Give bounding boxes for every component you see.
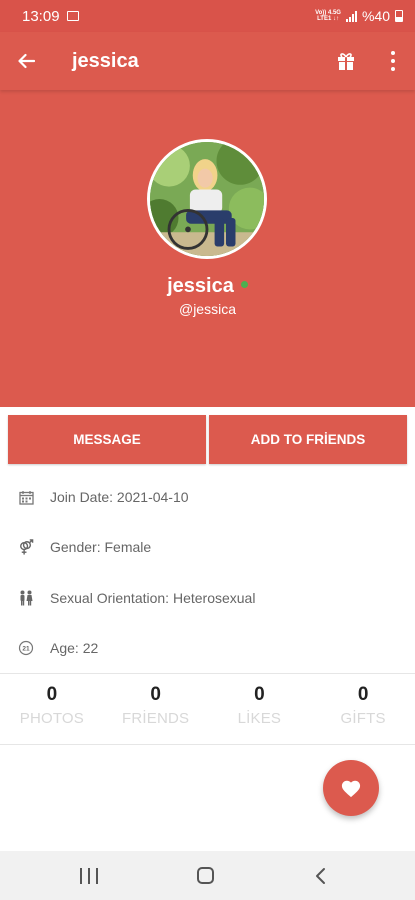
back-arrow-icon[interactable] <box>0 32 56 90</box>
profile-header: jessica @jessica <box>0 90 415 407</box>
home-icon[interactable] <box>197 867 214 884</box>
status-right: Vo)) 4.5G LTE1 ↓↑ %40 <box>315 8 403 24</box>
nav-back-icon[interactable] <box>313 867 329 885</box>
app-bar: jessica <box>0 32 415 90</box>
network-bottom-text: LTE1 ↓↑ <box>317 16 339 22</box>
people-icon <box>18 590 34 606</box>
battery-icon <box>395 10 403 22</box>
stat-value: 0 <box>254 684 265 705</box>
stat-value: 0 <box>357 684 369 705</box>
signal-icon <box>345 10 357 22</box>
username: @jessica <box>178 301 236 317</box>
more-vert-icon[interactable] <box>384 50 402 72</box>
system-nav-bar <box>0 851 415 900</box>
stat-photos[interactable]: 0 PHOTOS <box>0 684 104 727</box>
app-bar-title: jessica <box>72 49 139 72</box>
battery-percent: %40 <box>361 8 390 24</box>
stat-gifts[interactable]: 0 GİFTS <box>311 684 415 727</box>
info-row-gender: Gender: Female <box>0 522 415 572</box>
avatar[interactable] <box>147 139 267 259</box>
info-row-age: 21 Age: 22 <box>0 623 415 673</box>
status-bar: 13:09 Vo)) 4.5G LTE1 ↓↑ %40 <box>0 0 415 32</box>
orientation-text: Sexual Orientation: Heterosexual <box>50 590 256 606</box>
network-indicator: Vo)) 4.5G LTE1 ↓↑ <box>315 10 341 22</box>
image-icon <box>66 11 79 21</box>
join-date-text: Join Date: 2021-04-10 <box>50 489 189 505</box>
info-row-orientation: Sexual Orientation: Heterosexual <box>0 573 415 623</box>
like-fab-button[interactable] <box>323 760 379 816</box>
divider-bottom <box>0 744 415 745</box>
add-friend-button[interactable]: ADD TO FRİENDS <box>209 415 407 464</box>
name-row: jessica <box>0 275 415 298</box>
gender-text: Gender: Female <box>50 539 152 555</box>
status-time: 13:09 <box>22 7 60 25</box>
gender-icon <box>18 538 34 555</box>
display-name: jessica <box>167 275 234 297</box>
stat-label: GİFTS <box>340 710 386 727</box>
heart-icon <box>341 780 361 798</box>
info-row-join-date: Join Date: 2021-04-10 <box>0 472 415 522</box>
stats-row: 0 PHOTOS 0 FRİENDS 0 LİKES 0 GİFTS <box>0 684 415 727</box>
gift-icon[interactable] <box>336 51 356 71</box>
online-status-icon <box>240 281 248 288</box>
divider-top <box>0 673 415 674</box>
calendar-icon <box>18 489 34 505</box>
stat-value: 0 <box>46 684 58 705</box>
stat-friends[interactable]: 0 FRİENDS <box>104 684 208 727</box>
age-text: Age: 22 <box>50 640 99 656</box>
age-icon-text: 21 <box>22 646 30 653</box>
stat-value: 0 <box>150 684 161 705</box>
message-button[interactable]: MESSAGE <box>8 415 206 464</box>
age-icon: 21 <box>18 640 34 656</box>
recent-apps-icon[interactable] <box>80 868 98 884</box>
stat-label: PHOTOS <box>19 710 85 727</box>
stat-likes[interactable]: 0 LİKES <box>208 684 312 727</box>
stat-label: FRİENDS <box>122 710 190 727</box>
stat-label: LİKES <box>237 710 282 727</box>
